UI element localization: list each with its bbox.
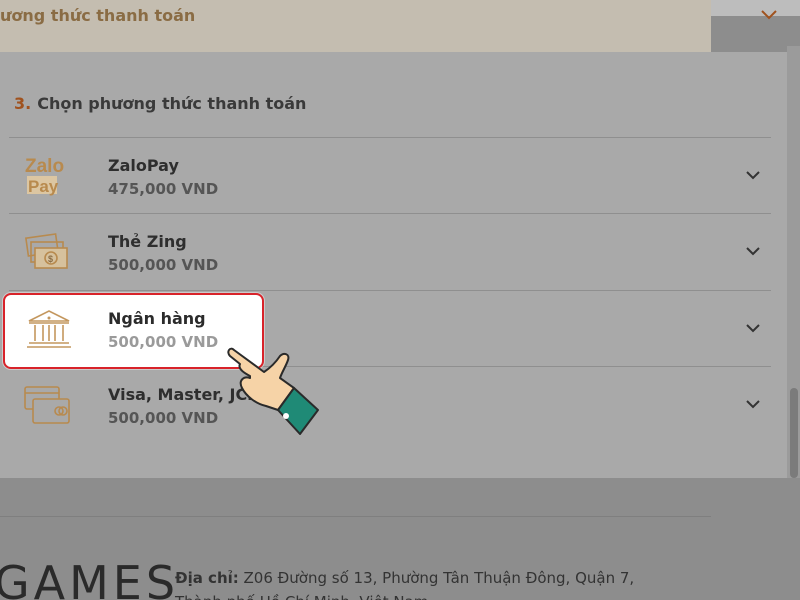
step-title-text: Chọn phương thức thanh toán <box>37 94 307 113</box>
payment-option-name: ZaloPay <box>108 156 179 175</box>
payment-option-zing-card[interactable]: $ Thẻ Zing 500,000 VND <box>9 213 771 289</box>
step-title: 3. Chọn phương thức thanh toán <box>14 94 306 113</box>
footer-logo: GAMES <box>0 556 180 600</box>
footer-divider <box>0 516 711 517</box>
address-line-1: Z06 Đường số 13, Phường Tân Thuận Đông, … <box>238 569 635 587</box>
svg-text:$: $ <box>48 254 53 264</box>
payment-option-amount: 475,000 VND <box>108 180 219 198</box>
chevron-down-icon[interactable] <box>745 398 761 410</box>
pointing-hand-icon <box>227 347 319 435</box>
chevron-down-icon[interactable] <box>745 322 761 334</box>
zalopay-icon: Zalo Pay <box>25 156 64 196</box>
address-line-2: Thành phố Hồ Chí Minh, Việt Nam <box>175 590 695 600</box>
payment-option-name: Ngân hàng <box>108 309 206 328</box>
top-right-strip <box>711 0 800 16</box>
row-divider <box>9 290 771 291</box>
svg-text:Zalo: Zalo <box>25 156 64 177</box>
credit-card-icon <box>24 386 70 424</box>
address-label: Địa chỉ: <box>175 569 239 587</box>
chevron-down-icon[interactable] <box>760 8 778 22</box>
payment-option-amount: 500,000 VND <box>108 333 219 351</box>
payment-option-name: Thẻ Zing <box>108 232 187 251</box>
scrollbar-thumb[interactable] <box>790 388 798 478</box>
bank-icon <box>27 310 71 348</box>
zing-card-icon: $ <box>24 233 68 269</box>
payment-option-amount: 500,000 VND <box>108 409 219 427</box>
payment-option-zalopay[interactable]: Zalo Pay ZaloPay 475,000 VND <box>9 137 771 213</box>
payment-option-credit-card[interactable]: Visa, Master, JCB 500,000 VND <box>9 366 771 442</box>
payment-method-header-label: ương thức thanh toán <box>0 6 196 25</box>
payment-option-amount: 500,000 VND <box>108 256 219 274</box>
chevron-down-icon[interactable] <box>745 169 761 181</box>
svg-text:Pay: Pay <box>28 177 59 196</box>
step-number: 3. <box>14 94 32 113</box>
footer-address: Địa chỉ: Z06 Đường số 13, Phường Tân Thu… <box>175 566 695 600</box>
chevron-down-icon[interactable] <box>745 245 761 257</box>
payment-method-header-bar[interactable]: ương thức thanh toán <box>0 0 711 52</box>
